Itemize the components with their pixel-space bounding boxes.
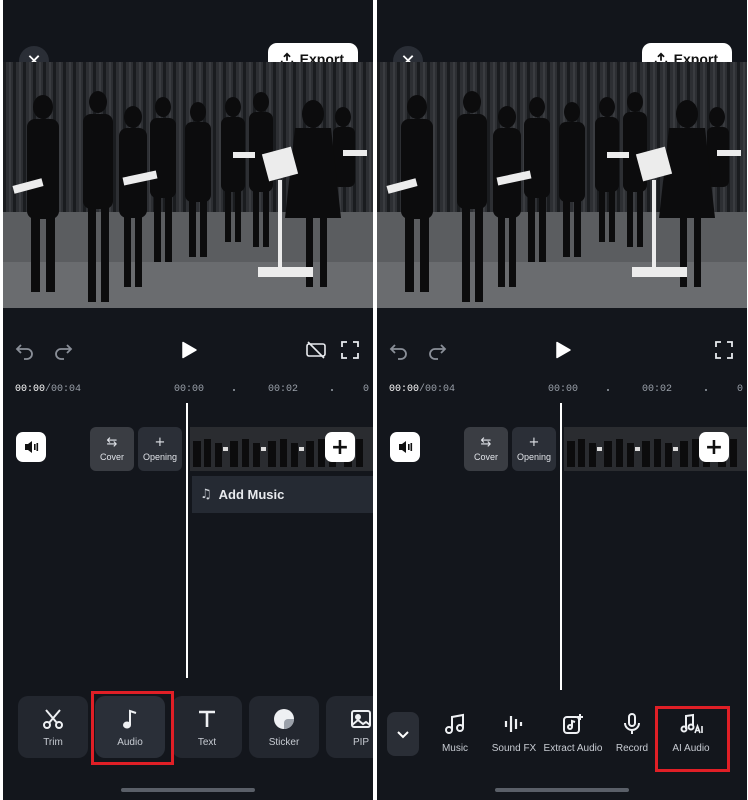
pip-tool[interactable]: PIP — [326, 696, 373, 758]
video-preview[interactable] — [377, 62, 747, 308]
ruler-tick: 00:00 — [548, 384, 579, 395]
undo-icon[interactable] — [15, 340, 35, 360]
highlight-audio-tool — [91, 691, 174, 765]
plus-icon: + — [528, 435, 540, 450]
ruler-tick: 0 — [737, 384, 744, 395]
ruler-dot — [705, 389, 707, 391]
cover-button[interactable]: ⇆ Cover — [90, 427, 134, 471]
ruler-tick: 00:02 — [642, 384, 673, 395]
ruler-tick: 00:00 — [174, 384, 205, 395]
left-screen: ✕ Export 00:00/00:04 00:00 00:02 0 ⇆ Cov… — [3, 0, 373, 800]
image-icon — [351, 709, 371, 728]
playhead[interactable] — [186, 403, 188, 678]
ruler-dot — [607, 389, 609, 391]
opening-button[interactable]: + Opening — [512, 427, 556, 471]
redo-icon[interactable] — [53, 340, 73, 360]
playback-controls — [3, 330, 373, 370]
plus-icon: + — [330, 434, 350, 460]
playhead[interactable] — [560, 403, 562, 693]
video-preview[interactable] — [3, 62, 373, 308]
ruler-tick: 00:02 — [268, 384, 299, 395]
extract-audio-icon — [563, 714, 583, 734]
plus-icon: + — [154, 435, 166, 450]
ruler-tick: 0 — [363, 384, 370, 395]
text-tool[interactable]: Text — [172, 696, 242, 758]
record-tool[interactable]: Record — [601, 712, 663, 774]
text-icon — [199, 710, 215, 727]
microphone-icon — [624, 713, 640, 734]
fullscreen-icon[interactable] — [714, 340, 734, 360]
add-clip-button[interactable]: + — [699, 432, 729, 462]
music-note-icon: ♫ — [200, 487, 212, 502]
speaker-mute-icon — [25, 441, 39, 453]
swap-icon: ⇆ — [106, 435, 118, 450]
sound-fx-icon — [504, 716, 523, 732]
redo-icon[interactable] — [427, 340, 447, 360]
extract-audio-tool[interactable]: Extract Audio — [542, 712, 604, 774]
add-clip-button[interactable]: + — [325, 432, 355, 462]
right-screen: ✕ Export 00:00/00:04 00:00 00:02 0 ⇆ Cov… — [377, 0, 747, 800]
home-indicator — [495, 788, 629, 792]
timecode: 00:00/00:04 — [15, 384, 82, 395]
highlight-ai-audio-tool — [655, 706, 730, 772]
plus-icon: + — [704, 434, 724, 460]
undo-icon[interactable] — [389, 340, 409, 360]
mute-button[interactable] — [16, 432, 46, 462]
ruler-dot — [331, 389, 333, 391]
swap-icon: ⇆ — [480, 435, 492, 450]
home-indicator — [121, 788, 255, 792]
hdr-off-icon[interactable] — [306, 340, 326, 360]
add-music-track[interactable]: ♫ Add Music — [192, 476, 373, 513]
timeline-ruler: 00:00/00:04 00:00 00:02 0 — [377, 375, 747, 403]
play-icon[interactable] — [554, 341, 572, 359]
chevron-down-icon — [397, 731, 409, 739]
mute-button[interactable] — [390, 432, 420, 462]
timeline-ruler: 00:00/00:04 00:00 00:02 0 — [3, 375, 373, 403]
sticker-icon — [274, 708, 294, 729]
ruler-dot — [233, 389, 235, 391]
scissors-icon — [43, 708, 63, 729]
speaker-mute-icon — [399, 441, 413, 453]
timecode: 00:00/00:04 — [389, 384, 456, 395]
sticker-tool[interactable]: Sticker — [249, 696, 319, 758]
trim-tool[interactable]: Trim — [18, 696, 88, 758]
collapse-button[interactable] — [387, 712, 419, 756]
music-tool[interactable]: Music — [424, 712, 486, 774]
cover-button[interactable]: ⇆ Cover — [464, 427, 508, 471]
playback-controls — [377, 330, 747, 370]
play-icon[interactable] — [180, 341, 198, 359]
fullscreen-icon[interactable] — [340, 340, 360, 360]
opening-button[interactable]: + Opening — [138, 427, 182, 471]
sound-fx-tool[interactable]: Sound FX — [483, 712, 545, 774]
bottom-toolbar: Trim Audio Text Sticker PIP — [3, 690, 373, 800]
music-icon — [445, 713, 464, 734]
